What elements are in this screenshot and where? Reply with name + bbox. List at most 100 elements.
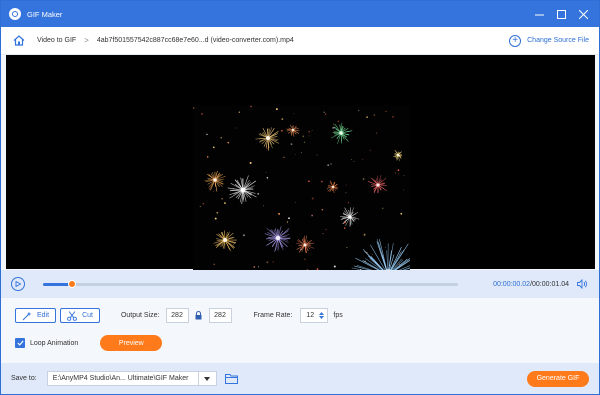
scissors-icon: [67, 310, 77, 321]
loop-animation-checkbox[interactable]: [15, 338, 25, 348]
firework-ember: [213, 263, 215, 266]
firework-ember: [324, 113, 327, 115]
firework-ember: [346, 247, 348, 249]
seek-slider[interactable]: [43, 279, 458, 288]
edit-button[interactable]: Edit: [15, 308, 57, 323]
firework-ember: [266, 179, 268, 181]
timecode: 00:00:00.02 /00:00:01.04: [493, 281, 569, 288]
firework-core: [291, 128, 295, 132]
firework-ember: [353, 161, 355, 163]
firework-ember: [385, 110, 387, 112]
firework-ember: [376, 132, 378, 134]
dropdown-arrow[interactable]: [197, 372, 216, 385]
firework-ember: [332, 126, 335, 129]
frame-rate-label: Frame Rate:: [253, 312, 293, 319]
checkmark-icon: [16, 340, 24, 346]
firework-core: [331, 185, 335, 189]
home-button[interactable]: [11, 33, 27, 49]
volume-button[interactable]: [577, 278, 589, 290]
firework-ember: [403, 174, 405, 176]
firework-ember: [201, 112, 203, 115]
frame-rate-value: 12: [306, 312, 315, 319]
gif-settings-panel: Edit Cut Output Size: 282 282 Frame Rate…: [1, 298, 599, 362]
output-height-input[interactable]: 282: [208, 308, 232, 323]
lock-icon: [195, 311, 202, 320]
firework-ember: [403, 189, 404, 191]
current-time: 00:00:00.02: [493, 280, 531, 288]
change-source-button[interactable]: + Change Source File: [509, 34, 589, 47]
chevron-up-icon[interactable]: [319, 312, 325, 315]
firework-ember: [321, 180, 323, 183]
fps-label: fps: [333, 312, 343, 319]
preview-button[interactable]: Preview: [100, 335, 163, 351]
output-width-input[interactable]: 282: [165, 308, 189, 323]
breadcrumb-root[interactable]: Video to GIF: [37, 37, 76, 44]
chevron-down-icon: [204, 376, 211, 381]
close-icon: [578, 9, 588, 19]
firework-ember: [399, 263, 401, 265]
firework-ember: [398, 154, 400, 157]
maximize-button[interactable]: [551, 4, 571, 24]
loop-animation-label[interactable]: Loop Animation: [30, 340, 78, 347]
chevron-down-icon[interactable]: [319, 316, 325, 319]
output-size-label: Output Size:: [120, 312, 160, 319]
firework-ember: [366, 116, 368, 118]
save-bar: Save to: E:\AnyMP4 Studio\An... Ultimate…: [1, 363, 599, 394]
firework-ember: [238, 111, 241, 113]
firework-ember: [206, 156, 209, 158]
firework-ember: [369, 149, 371, 151]
firework-ember: [250, 105, 252, 108]
firework-ember: [214, 217, 217, 220]
firework-ember: [311, 130, 313, 131]
firework-ember: [266, 261, 269, 264]
firework-ember: [327, 164, 330, 167]
play-button[interactable]: [11, 277, 25, 291]
firework-ember: [347, 201, 350, 204]
firework-ember: [321, 208, 324, 211]
firework-ember: [258, 266, 260, 268]
close-button[interactable]: [573, 4, 593, 24]
firework-ember: [358, 109, 360, 112]
edit-label: Edit: [37, 312, 50, 319]
window-title: GIF Maker: [27, 9, 63, 19]
firework-ember: [344, 221, 346, 224]
firework-ember: [249, 162, 252, 164]
magic-wand-icon: [22, 311, 32, 320]
firework-ember: [304, 258, 306, 260]
firework-ember: [227, 141, 230, 144]
breadcrumb-separator: >: [84, 36, 89, 45]
firework-ember: [343, 227, 346, 229]
home-icon: [13, 35, 25, 46]
firework-ember: [337, 120, 340, 123]
open-folder-button[interactable]: [224, 373, 239, 385]
volume-icon: [577, 279, 587, 289]
firework-ember: [220, 136, 223, 139]
minimize-button[interactable]: [529, 4, 549, 24]
firework-ember: [300, 152, 302, 153]
generate-gif-button[interactable]: Generate GIF: [527, 370, 589, 387]
firework-ember: [286, 221, 289, 223]
firework-ember: [295, 153, 296, 155]
save-path-dropdown[interactable]: E:\AnyMP4 Studio\An... Ultimate\GIF Make…: [46, 371, 217, 386]
firework-ember: [325, 229, 327, 231]
playback-bar: 00:00:00.02 /00:00:01.04: [1, 270, 599, 298]
firework-ember: [293, 112, 295, 114]
firework-ember: [275, 108, 278, 111]
firework-ember: [397, 173, 399, 175]
firework-core: [275, 235, 281, 241]
firework-ember: [394, 172, 396, 174]
seek-handle[interactable]: [68, 279, 77, 288]
lock-aspect-button[interactable]: [189, 311, 209, 320]
total-time: /00:00:01.04: [530, 280, 569, 288]
firework-ember: [345, 184, 347, 186]
cut-button[interactable]: Cut: [60, 308, 100, 323]
frame-rate-stepper[interactable]: 12: [300, 308, 329, 323]
firework-core: [223, 238, 227, 242]
save-to-label: Save to:: [11, 375, 37, 382]
firework-ember: [278, 212, 281, 215]
source-file-name: 4ab7f501557542c887cc68e7e60...d (video-c…: [96, 37, 294, 44]
change-source-label: Change Source File: [527, 37, 589, 44]
firework-ember: [266, 176, 269, 179]
firework-ember: [350, 159, 352, 160]
firework-ember: [333, 265, 336, 268]
